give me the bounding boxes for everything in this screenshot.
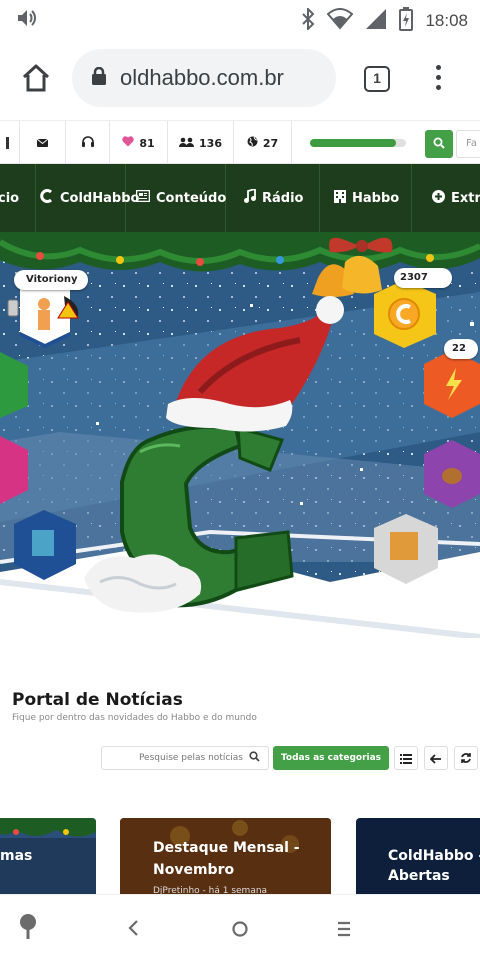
system-navigation-bar <box>0 894 480 960</box>
list-view-button[interactable] <box>394 746 418 770</box>
likes-count: 81 <box>139 136 155 150</box>
friends-count: 136 <box>199 136 222 150</box>
nav-item-conteudo[interactable]: Conteúdo <box>126 164 226 232</box>
news-card-title-line-2: Novembro <box>153 862 235 878</box>
refresh-icon <box>460 749 472 768</box>
nav-item-label: Rádio <box>262 190 304 206</box>
hero-banner: Vitoriony 2307 22 <box>0 232 480 638</box>
browser-toolbar: oldhabbo.com.br 1 <box>0 38 480 120</box>
portal-subtitle: Fique por dentro das novidades do Habbo … <box>12 713 257 723</box>
arrow-left-icon <box>429 749 442 768</box>
nav-item-inicio[interactable]: cio <box>0 164 36 232</box>
envelope-icon <box>36 137 49 150</box>
home-circle-icon[interactable] <box>231 920 249 942</box>
nav-item-radio[interactable]: Rádio <box>226 164 320 232</box>
news-card-title-line-1: ColdHabbo - <box>388 848 480 864</box>
wifi-icon <box>327 8 354 34</box>
news-search-input[interactable]: Pesquise pelas notícias <box>101 746 269 770</box>
bluetooth-icon <box>301 6 315 34</box>
christmas-scene <box>0 232 480 638</box>
likes-counter[interactable]: 81 <box>110 121 168 165</box>
site-search-button[interactable] <box>425 130 453 158</box>
news-search-placeholder: Pesquise pelas notícias <box>138 753 243 763</box>
globe-icon <box>247 136 258 150</box>
plus-circle-icon <box>432 189 445 207</box>
radio-player-button[interactable] <box>66 121 110 165</box>
online-count: 27 <box>262 136 279 150</box>
heart-icon <box>122 136 135 150</box>
username-badge: Vitoriony <box>14 270 88 290</box>
nav-item-label: Extr <box>451 190 480 206</box>
messages-button[interactable] <box>20 121 66 165</box>
news-card[interactable]: mas <box>0 818 96 894</box>
gems-card[interactable] <box>424 350 480 418</box>
nav-item-label: Habbo <box>352 190 400 206</box>
category-filter-button[interactable]: Todas as categorias <box>273 746 389 770</box>
search-icon <box>433 137 445 152</box>
level-progress-bar <box>310 139 406 147</box>
nav-item-habbo[interactable]: Habbo <box>320 164 412 232</box>
nav-item-label: cio <box>0 190 20 206</box>
signal-icon <box>365 8 387 34</box>
volume-icon <box>16 8 38 32</box>
news-card-title: mas <box>0 848 33 864</box>
coins-badge: 2307 <box>394 268 452 288</box>
nav-item-coldhabbo[interactable]: ColdHabbo <box>36 164 139 232</box>
battery-charging-icon <box>399 7 414 35</box>
coldhabbo-logo-icon <box>40 189 54 207</box>
back-icon[interactable] <box>126 919 140 941</box>
music-note-icon <box>244 187 256 207</box>
gems-badge: 22 <box>444 339 478 359</box>
news-card[interactable]: Destaque Mensal - Novembro DjPretinho - … <box>120 818 331 894</box>
list-icon <box>400 749 412 768</box>
status-bar: 18:08 <box>0 0 480 38</box>
main-navigation: cio ColdHabbo Conteúdo Rádio Habbo Extr <box>0 164 480 232</box>
nav-item-label: Conteúdo <box>156 190 227 206</box>
search-icon <box>249 751 260 765</box>
news-card-meta: DjPretinho - há 1 semana <box>153 886 268 894</box>
newspaper-icon <box>135 189 151 206</box>
users-icon <box>179 137 195 150</box>
address-bar[interactable]: oldhabbo.com.br <box>72 49 336 107</box>
portal-title: Portal de Notícias <box>12 690 183 710</box>
more-menu-icon[interactable] <box>428 62 448 98</box>
news-card-title-line-2: Abertas <box>388 868 450 884</box>
previous-button[interactable] <box>424 746 448 770</box>
friends-counter[interactable]: 136 <box>168 121 234 165</box>
clock: 18:08 <box>425 11 468 30</box>
user-stats-bar: 81 136 27 Fa <box>0 120 480 165</box>
url-text: oldhabbo.com.br <box>120 65 284 90</box>
headphones-icon <box>81 136 94 150</box>
lock-icon <box>92 66 106 89</box>
hotel-building-icon <box>334 189 346 207</box>
online-counter[interactable]: 27 <box>234 121 292 165</box>
tab-switcher-button[interactable]: 1 <box>364 66 390 92</box>
assistant-pin-icon[interactable] <box>18 913 38 945</box>
news-portal: Portal de Notícias Fique por dentro das … <box>0 638 480 894</box>
stats-edge-cell[interactable] <box>0 121 20 165</box>
site-search-input[interactable]: Fa <box>456 130 480 158</box>
level-progress-fill <box>310 139 397 147</box>
news-card[interactable]: ColdHabbo - Abertas <box>356 818 480 894</box>
home-icon[interactable] <box>20 62 52 98</box>
recents-menu-icon[interactable] <box>336 921 352 941</box>
news-card-title-line-1: Destaque Mensal - <box>153 840 300 856</box>
nav-item-extras[interactable]: Extr <box>412 164 480 232</box>
refresh-button[interactable] <box>454 746 478 770</box>
coins-card[interactable] <box>374 280 436 348</box>
